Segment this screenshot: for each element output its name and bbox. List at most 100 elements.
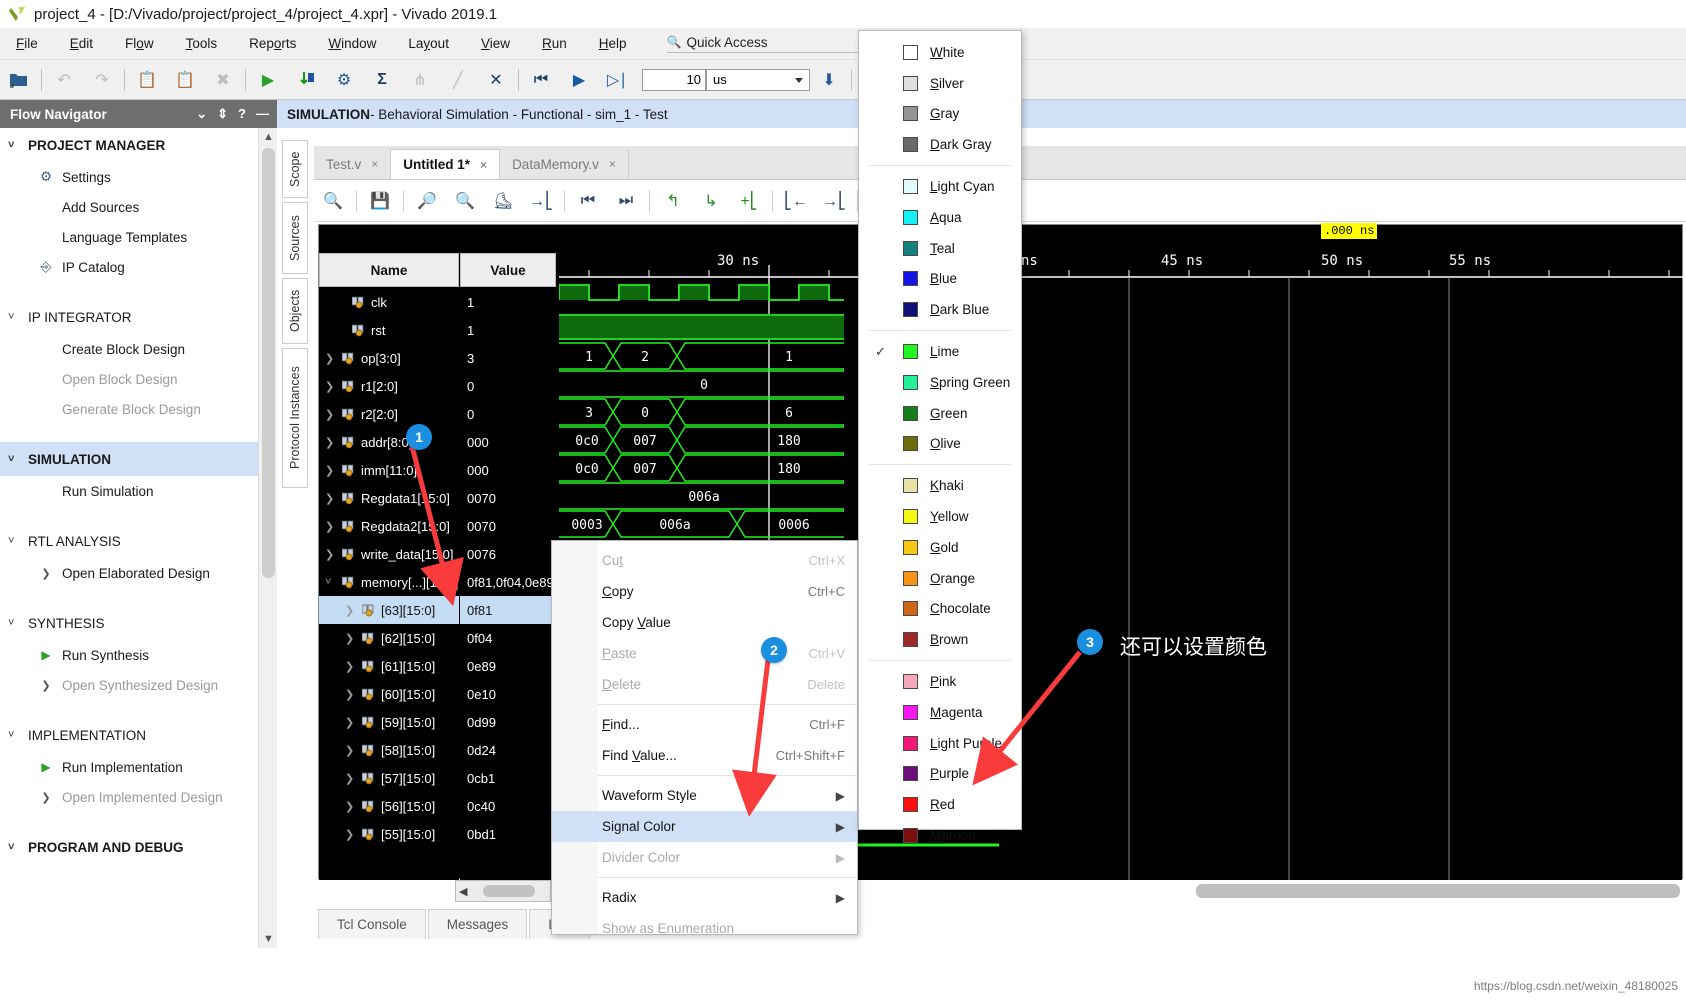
flow-section-project-manager[interactable]: ˅ PROJECT MANAGER — [0, 128, 258, 162]
flow-item-run-synthesis[interactable]: ▶ Run Synthesis — [0, 640, 258, 670]
menu-run[interactable]: Run — [526, 32, 583, 55]
signal-row-name[interactable]: ❯ [58][15:0] — [319, 736, 459, 764]
collapse-all-icon[interactable]: ⌄ — [196, 106, 207, 122]
signal-row-value[interactable]: 0 — [460, 372, 556, 400]
expand-toggle-icon[interactable]: ˅ — [325, 576, 337, 588]
expand-toggle-icon[interactable]: ❯ — [345, 744, 357, 757]
scroll-down-icon[interactable]: ▼ — [259, 930, 278, 948]
paste-icon[interactable]: 📋 — [166, 63, 204, 97]
color-option-magenta[interactable]: Magenta — [859, 697, 1021, 728]
goto-start-icon[interactable]: ⏮ — [569, 183, 607, 219]
flow-item-settings[interactable]: ⚙ Settings — [0, 162, 258, 192]
run-sim-icon[interactable]: ▶ — [560, 63, 598, 97]
expand-toggle-icon[interactable]: ❯ — [345, 660, 357, 673]
copy-icon[interactable]: 📋 — [128, 63, 166, 97]
signal-row-name[interactable]: ❯ op[3:0] — [319, 344, 459, 372]
color-option-white[interactable]: White — [859, 37, 1021, 68]
editor-tab-datamemory-v[interactable]: DataMemory.v × — [500, 149, 629, 179]
color-option-gray[interactable]: Gray — [859, 99, 1021, 130]
download-bitstream-icon[interactable]: ⬇ — [810, 63, 848, 97]
flow-section-program-and-debug[interactable]: ˅ PROGRAM AND DEBUG — [0, 830, 258, 864]
run-step-icon[interactable]: ▷∣ — [598, 63, 636, 97]
signal-row-value[interactable]: 3 — [460, 344, 556, 372]
signal-row-name[interactable]: ❯ [56][15:0] — [319, 792, 459, 820]
open-project-icon[interactable] — [0, 63, 38, 97]
context-menu-item-cut[interactable]: Cut Ctrl+X — [552, 545, 857, 576]
context-menu-item-copy[interactable]: Copy Ctrl+C — [552, 576, 857, 607]
scrollbar-thumb[interactable] — [262, 148, 275, 578]
signal-row-value[interactable]: 0c40 — [460, 792, 556, 820]
hscroll-thumb[interactable] — [483, 885, 536, 897]
flow-item-open-elaborated-design[interactable]: ❯ Open Elaborated Design — [0, 558, 258, 588]
run-icon[interactable]: ▶ — [249, 63, 287, 97]
editor-tab-test-v[interactable]: Test.v × — [314, 149, 392, 179]
color-option-dark-blue[interactable]: Dark Blue — [859, 294, 1021, 325]
hatch-icon[interactable]: ╱ — [439, 63, 477, 97]
expand-toggle-icon[interactable]: ❯ — [325, 380, 337, 393]
flow-item-run-implementation[interactable]: ▶ Run Implementation — [0, 752, 258, 782]
flow-section-rtl-analysis[interactable]: ˅ RTL ANALYSIS — [0, 524, 258, 558]
flow-item-add-sources[interactable]: Add Sources — [0, 192, 258, 222]
signal-row-value[interactable]: 1 — [460, 288, 556, 316]
signal-row-name[interactable]: ❯ [63][15:0] — [319, 596, 459, 624]
signal-row-value[interactable]: 0070 — [460, 512, 556, 540]
context-menu-item-find[interactable]: Find... Ctrl+F — [552, 709, 857, 740]
expand-toggle-icon[interactable]: ❯ — [325, 436, 337, 449]
signal-row-value[interactable]: 1 — [460, 316, 556, 344]
color-option-gold[interactable]: Gold — [859, 532, 1021, 563]
sim-time-unit-select[interactable]: us — [706, 68, 810, 91]
prev-transition-icon[interactable]: ↰ — [654, 183, 692, 219]
context-menu-item-show-as-enumeration[interactable]: Show as Enumeration — [552, 913, 857, 944]
flow-item-open-implemented-design[interactable]: ❯ Open Implemented Design — [0, 782, 258, 812]
color-option-green[interactable]: Green — [859, 398, 1021, 429]
color-option-orange[interactable]: Orange — [859, 563, 1021, 594]
flow-item-open-synthesized-design[interactable]: ❯ Open Synthesized Design — [0, 670, 258, 700]
delete-icon[interactable]: ✖ — [204, 63, 242, 97]
signal-row-value[interactable]: 000 — [460, 428, 556, 456]
signal-row-value[interactable]: 000 — [460, 456, 556, 484]
menu-window[interactable]: Window — [312, 32, 392, 55]
flow-item-ip-catalog[interactable]: ⎆ IP Catalog — [0, 252, 258, 282]
scroll-left-icon[interactable]: ◀ — [459, 885, 467, 898]
signal-row-name[interactable]: ˅ memory[...][15:0] — [319, 568, 459, 596]
goto-end-icon[interactable]: ⏭ — [607, 183, 645, 219]
waveform-horizontal-scrollbar[interactable] — [1196, 884, 1680, 898]
signal-row-value[interactable]: 0f81 — [460, 596, 556, 624]
expand-toggle-icon[interactable]: ❯ — [345, 828, 357, 841]
color-option-khaki[interactable]: Khaki — [859, 470, 1021, 501]
close-icon[interactable]: × — [480, 158, 487, 172]
color-option-yellow[interactable]: Yellow — [859, 501, 1021, 532]
search-icon[interactable]: 🔍 — [314, 183, 352, 219]
menu-tools[interactable]: Tools — [170, 32, 234, 55]
expand-toggle-icon[interactable]: ❯ — [345, 772, 357, 785]
flow-section-simulation[interactable]: ˅ SIMULATION — [0, 442, 258, 476]
names-horizontal-scrollbar[interactable]: ◀ — [455, 880, 551, 902]
signal-row-value[interactable]: 0e10 — [460, 680, 556, 708]
sigma-icon[interactable]: Σ — [363, 63, 401, 97]
signal-row-value[interactable]: 0e89 — [460, 652, 556, 680]
next-marker-icon[interactable]: →⎣ — [815, 183, 853, 219]
menu-file[interactable]: File — [0, 32, 54, 55]
close-icon[interactable]: × — [609, 157, 616, 171]
expand-toggle-icon[interactable]: ❯ — [345, 716, 357, 729]
signal-row-value[interactable]: 0d24 — [460, 736, 556, 764]
signal-row-name[interactable]: ❯ [57][15:0] — [319, 764, 459, 792]
color-option-maroon[interactable]: Maroon — [859, 820, 1021, 851]
color-option-chocolate[interactable]: Chocolate — [859, 594, 1021, 625]
color-option-olive[interactable]: Olive — [859, 429, 1021, 460]
expand-toggle-icon[interactable]: ❯ — [325, 548, 337, 561]
expand-toggle-icon[interactable]: ❯ — [325, 352, 337, 365]
menu-flow[interactable]: Flow — [109, 32, 170, 55]
menu-layout[interactable]: Layout — [392, 32, 465, 55]
signal-row-name[interactable]: ❯ r1[2:0] — [319, 372, 459, 400]
signal-row-value[interactable]: 0bd1 — [460, 820, 556, 848]
context-menu-item-delete[interactable]: Delete Delete — [552, 669, 857, 700]
menu-view[interactable]: View — [465, 32, 526, 55]
context-menu-item-radix[interactable]: Radix ▶ — [552, 882, 857, 913]
minimize-icon[interactable]: — — [256, 106, 269, 122]
signal-row-value[interactable]: 0f81,0f04,0e89 — [460, 568, 556, 596]
expand-toggle-icon[interactable]: ❯ — [325, 492, 337, 505]
color-option-dark-gray[interactable]: Dark Gray — [859, 129, 1021, 160]
side-tab-objects[interactable]: Objects — [282, 278, 308, 344]
color-option-teal[interactable]: Teal — [859, 233, 1021, 264]
